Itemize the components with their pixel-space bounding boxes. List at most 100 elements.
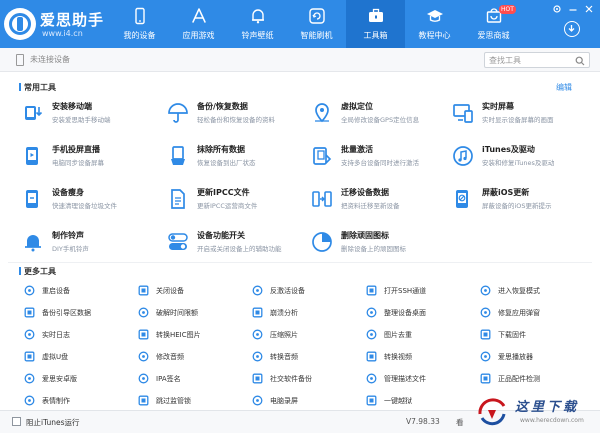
more-tool-item[interactable]: 转换视频 (366, 349, 481, 365)
more-tool-item[interactable]: IPA签名 (138, 371, 253, 387)
nav-smart-flash[interactable]: 智能刷机 (287, 0, 346, 48)
more-tool-item[interactable]: 整理设备桌面 (366, 305, 481, 321)
more-tool-label: 修复应用弹窗 (498, 309, 540, 317)
more-tool-label: 整理设备桌面 (384, 309, 426, 317)
settings-icon[interactable] (552, 4, 562, 14)
tool-erase-data[interactable]: 抹除所有数据 恢复设备到出厂状态 (167, 143, 307, 177)
more-tool-label: 社交软件备份 (270, 375, 312, 383)
accessory-check-icon (480, 373, 491, 384)
tool-itunes-driver[interactable]: iTunes及驱动 安装和修复iTunes及驱动 (452, 143, 592, 177)
download-manager-button[interactable] (564, 21, 580, 37)
tool-name: 制作铃声 (52, 231, 84, 240)
tool-virtual-location[interactable]: 虚拟定位 全局修改设备GPS定位信息 (311, 100, 451, 134)
more-tool-item[interactable]: 社交软件备份 (252, 371, 367, 387)
more-tool-item[interactable]: 管理描述文件 (366, 371, 481, 387)
more-tool-item[interactable]: 实时日志 (24, 327, 139, 343)
restart-icon (24, 285, 35, 296)
nav-ringtones-wallpapers[interactable]: 铃声壁纸 (228, 0, 287, 48)
tool-desc: DIY手机铃声 (52, 245, 89, 253)
install-mobile-icon (25, 106, 43, 120)
nav-apps-games[interactable]: 应用游戏 (169, 0, 228, 48)
tool-block-ios-update[interactable]: 屏蔽iOS更新 屏蔽设备的iOS更新提示 (452, 186, 592, 220)
more-tool-item[interactable]: 关闭设备 (138, 283, 253, 299)
nav-label: 铃声壁纸 (241, 31, 274, 40)
more-tool-item[interactable]: 转换HEIC图片 (138, 327, 253, 343)
nav-toolbox[interactable]: 工具箱 (346, 0, 405, 48)
tool-install-mobile[interactable]: 安装移动端 安装爱思助手移动端 (22, 100, 162, 134)
more-tool-item[interactable]: 爱思播放器 (480, 349, 595, 365)
more-tool-item[interactable]: 进入恢复模式 (480, 283, 595, 299)
status-bar: 阻止iTunes运行 V7.98.33 看 (0, 410, 600, 433)
desktop-organize-icon (366, 307, 377, 318)
nav-store[interactable]: HOT 爱思商城 (464, 0, 523, 48)
block-itunes-checkbox[interactable] (12, 417, 21, 426)
more-tool-label: 进入恢复模式 (498, 287, 540, 295)
more-tool-item[interactable]: 重启设备 (24, 283, 139, 299)
tool-live-screen[interactable]: 实时屏幕 实时显示设备屏幕的画面 (452, 100, 592, 134)
footer-truncated-text: 看 (456, 418, 464, 427)
tool-desc: 安装和修复iTunes及驱动 (482, 159, 555, 167)
more-tool-item[interactable]: 修复应用弹窗 (480, 305, 595, 321)
tool-migrate-data[interactable]: 迁移设备数据 把资料迁移至新设备 (311, 186, 451, 220)
device-icon (16, 54, 24, 66)
tool-desc: 屏蔽设备的iOS更新提示 (482, 202, 552, 210)
more-tool-item[interactable]: 表情制作 (24, 393, 139, 409)
more-tool-item[interactable]: 虚拟U盘 (24, 349, 139, 365)
more-tool-item[interactable]: 爱思安卓版 (24, 371, 139, 387)
more-tool-item[interactable]: 电脑录屏 (252, 393, 367, 409)
virtual-usb-icon (24, 351, 35, 362)
jailbreak-icon (366, 395, 377, 406)
tool-name: 实时屏幕 (482, 102, 514, 111)
nav-label: 工具箱 (363, 31, 388, 40)
edit-link[interactable]: 编辑 (556, 82, 572, 93)
more-tool-item[interactable]: 崩溃分析 (252, 305, 367, 321)
more-tool-item[interactable]: 正品配件检测 (480, 371, 595, 387)
more-tool-label: 图片去重 (384, 331, 412, 339)
more-tool-label: 崩溃分析 (270, 309, 298, 317)
tool-desc: 电脑同步设备屏幕 (52, 159, 104, 167)
more-tool-item[interactable]: 反激活设备 (252, 283, 367, 299)
tool-screen-cast[interactable]: 手机投屏直播 电脑同步设备屏幕 (22, 143, 162, 177)
search-input[interactable] (489, 54, 573, 66)
i4-logo-icon (4, 8, 36, 40)
nav-tutorials[interactable]: 教程中心 (405, 0, 464, 48)
more-tool-item[interactable]: 图片去重 (366, 327, 481, 343)
device-status-bar: 未连接设备 (0, 48, 600, 72)
minimize-icon[interactable] (568, 4, 578, 14)
more-tool-label: 爱思播放器 (498, 353, 533, 361)
close-icon[interactable] (584, 4, 594, 14)
nav-label: 应用游戏 (182, 31, 215, 40)
search-box[interactable] (484, 52, 590, 68)
tool-device-switches[interactable]: 设备功能开关 开启或关闭设备上的辅助功能 (167, 229, 307, 263)
tool-desc: 删除设备上的顽固图标 (341, 245, 406, 253)
emoji-make-icon (24, 395, 35, 406)
app-logo: 爱思助手 www.i4.cn (4, 6, 104, 42)
more-tool-item[interactable]: 下载固件 (480, 327, 595, 343)
tool-backup-restore[interactable]: 备份/恢复数据 轻松备份和恢复设备的资料 (167, 100, 307, 134)
tool-name: 设备功能开关 (197, 231, 245, 240)
nav-my-device[interactable]: 我的设备 (110, 0, 169, 48)
tool-name: 更新IPCC文件 (197, 188, 250, 197)
more-tool-item[interactable]: 修改音频 (138, 349, 253, 365)
more-tool-item[interactable]: 转换音频 (252, 349, 367, 365)
tool-delete-stubborn-icons[interactable]: 删除顽固图标 删除设备上的顽固图标 (311, 229, 451, 263)
app-url: www.i4.cn (42, 29, 83, 38)
more-tool-item[interactable]: 备份引导区数据 (24, 305, 139, 321)
more-tool-item[interactable]: 打开SSH通道 (366, 283, 481, 299)
tool-desc: 全局修改设备GPS定位信息 (341, 116, 420, 124)
tool-slim-device[interactable]: 设备瘦身 快速清理设备垃圾文件 (22, 186, 162, 220)
player-icon (480, 351, 491, 362)
tool-update-ipcc[interactable]: 更新IPCC文件 更新IPCC运营商文件 (167, 186, 307, 220)
search-icon[interactable] (575, 56, 585, 66)
more-tool-label: 打开SSH通道 (384, 287, 427, 295)
umbrella-icon (168, 103, 188, 123)
screen-cast-icon (26, 147, 38, 165)
tool-batch-activate[interactable]: 批量激活 支持多台设备同时进行激活 (311, 143, 451, 177)
more-tool-item[interactable]: 一键越狱 (366, 393, 481, 409)
more-tool-item[interactable]: 破解时间限额 (138, 305, 253, 321)
tool-desc: 安装爱思助手移动端 (52, 116, 111, 124)
more-tool-item[interactable]: 压缩照片 (252, 327, 367, 343)
more-tool-item[interactable]: 跳过监管锁 (138, 393, 253, 409)
tool-make-ringtone[interactable]: 制作铃声 DIY手机铃声 (22, 229, 162, 263)
tool-name: 安装移动端 (52, 102, 92, 111)
